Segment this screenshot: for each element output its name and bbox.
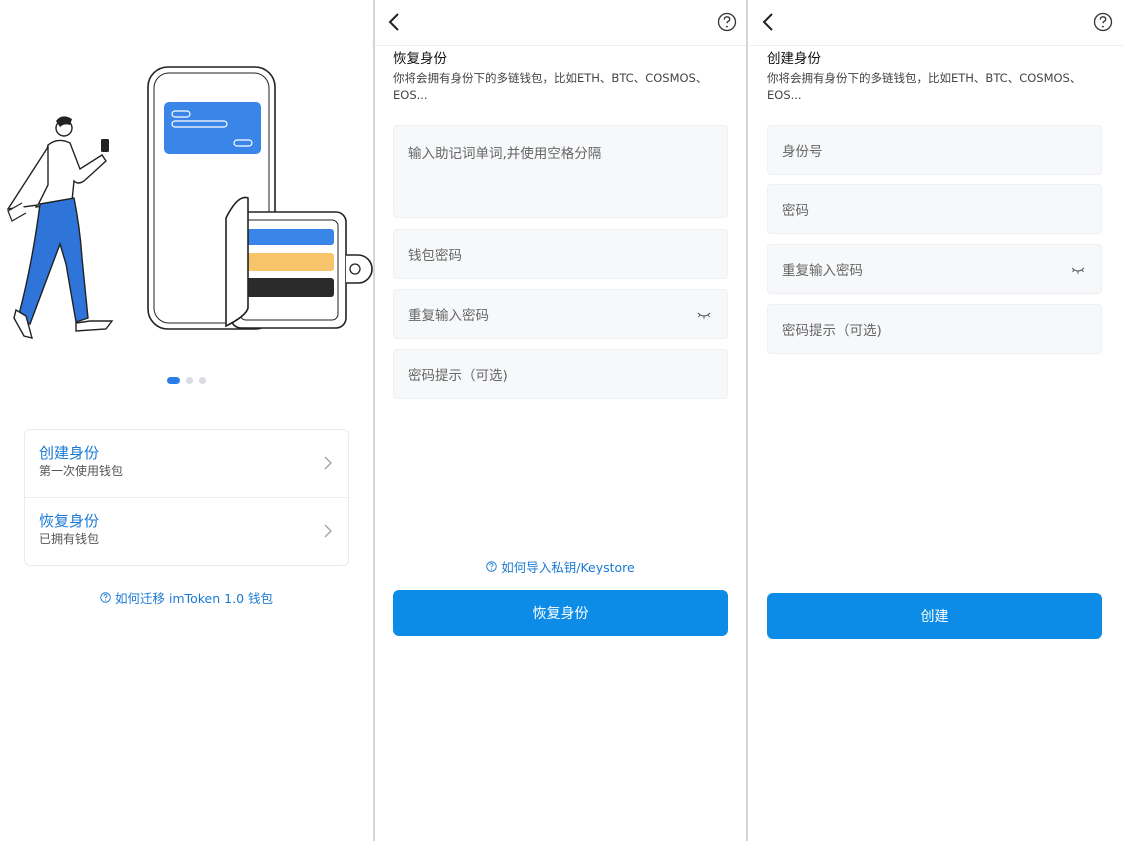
password-hint-placeholder: 密码提示（可选) xyxy=(782,323,882,339)
migrate-help-link[interactable]: 如何迁移 imToken 1.0 钱包 xyxy=(0,588,373,607)
restore-topbar xyxy=(375,0,746,46)
create-identity-screen: 创建身份 你将会拥有身份下的多链钱包，比如ETH、BTC、COSMOS、EOS.… xyxy=(749,0,1123,841)
create-identity-option[interactable]: 创建身份 第一次使用钱包 xyxy=(25,430,348,498)
mnemonic-placeholder: 输入助记词单词,并使用空格分隔 xyxy=(408,146,602,162)
welcome-screen: 创建身份 第一次使用钱包 恢复身份 已拥有钱包 如何迁移 imToken 1.0… xyxy=(0,0,373,841)
back-arrow-icon[interactable] xyxy=(387,11,403,33)
carousel-dot[interactable] xyxy=(186,377,193,384)
password-hint-input[interactable]: 密码提示（可选) xyxy=(393,349,728,399)
create-topbar xyxy=(749,0,1123,46)
page-title: 创建身份 xyxy=(767,51,821,67)
wallet-password-placeholder: 钱包密码 xyxy=(408,248,462,264)
repeat-password-input[interactable]: 重复输入密码 xyxy=(393,289,728,339)
identity-name-placeholder: 身份号 xyxy=(782,144,823,160)
eye-closed-icon[interactable] xyxy=(697,310,711,320)
carousel-dot-active[interactable] xyxy=(167,377,180,384)
wallet-illustration xyxy=(6,66,373,339)
chevron-right-icon xyxy=(324,524,332,538)
eye-closed-icon[interactable] xyxy=(1071,265,1085,275)
password-hint-input[interactable]: 密码提示（可选) xyxy=(767,304,1102,354)
identity-options-card: 创建身份 第一次使用钱包 恢复身份 已拥有钱包 xyxy=(24,429,349,566)
restore-identity-screen: 恢复身份 你将会拥有身份下的多链钱包，比如ETH、BTC、COSMOS、EOS.… xyxy=(375,0,746,841)
wallet-password-input[interactable]: 钱包密码 xyxy=(393,229,728,279)
repeat-password-placeholder: 重复输入密码 xyxy=(408,308,489,324)
password-placeholder: 密码 xyxy=(782,203,809,219)
password-input[interactable]: 密码 xyxy=(767,184,1102,234)
page-description: 你将会拥有身份下的多链钱包，比如ETH、BTC、COSMOS、EOS... xyxy=(393,71,708,102)
page-title: 恢复身份 xyxy=(393,51,447,67)
chevron-right-icon xyxy=(324,456,332,470)
migrate-help-text: 如何迁移 imToken 1.0 钱包 xyxy=(114,591,273,606)
password-hint-placeholder: 密码提示（可选) xyxy=(408,368,508,384)
import-help-text: 如何导入私钥/Keystore xyxy=(501,560,635,575)
back-arrow-icon[interactable] xyxy=(761,11,777,33)
restore-identity-title: 恢复身份 xyxy=(39,512,100,530)
question-circle-icon xyxy=(486,561,497,572)
restore-identity-button[interactable]: 恢复身份 xyxy=(393,590,728,636)
import-help-link[interactable]: 如何导入私钥/Keystore xyxy=(375,557,746,576)
create-identity-button[interactable]: 创建 xyxy=(767,593,1102,639)
help-circle-icon[interactable] xyxy=(1093,12,1113,32)
carousel-indicator[interactable] xyxy=(0,377,373,384)
panel-divider xyxy=(746,0,748,841)
identity-name-input[interactable]: 身份号 xyxy=(767,125,1102,175)
create-identity-title: 创建身份 xyxy=(39,444,100,462)
repeat-password-input[interactable]: 重复输入密码 xyxy=(767,244,1102,294)
page-description: 你将会拥有身份下的多链钱包，比如ETH、BTC、COSMOS、EOS... xyxy=(767,71,1082,102)
mnemonic-input[interactable]: 输入助记词单词,并使用空格分隔 xyxy=(393,125,728,218)
question-circle-icon xyxy=(100,592,111,603)
create-identity-subtitle: 第一次使用钱包 xyxy=(39,464,124,478)
repeat-password-placeholder: 重复输入密码 xyxy=(782,263,863,279)
restore-identity-subtitle: 已拥有钱包 xyxy=(39,532,100,546)
help-circle-icon[interactable] xyxy=(717,12,737,32)
restore-identity-option[interactable]: 恢复身份 已拥有钱包 xyxy=(25,498,348,566)
carousel-dot[interactable] xyxy=(199,377,206,384)
